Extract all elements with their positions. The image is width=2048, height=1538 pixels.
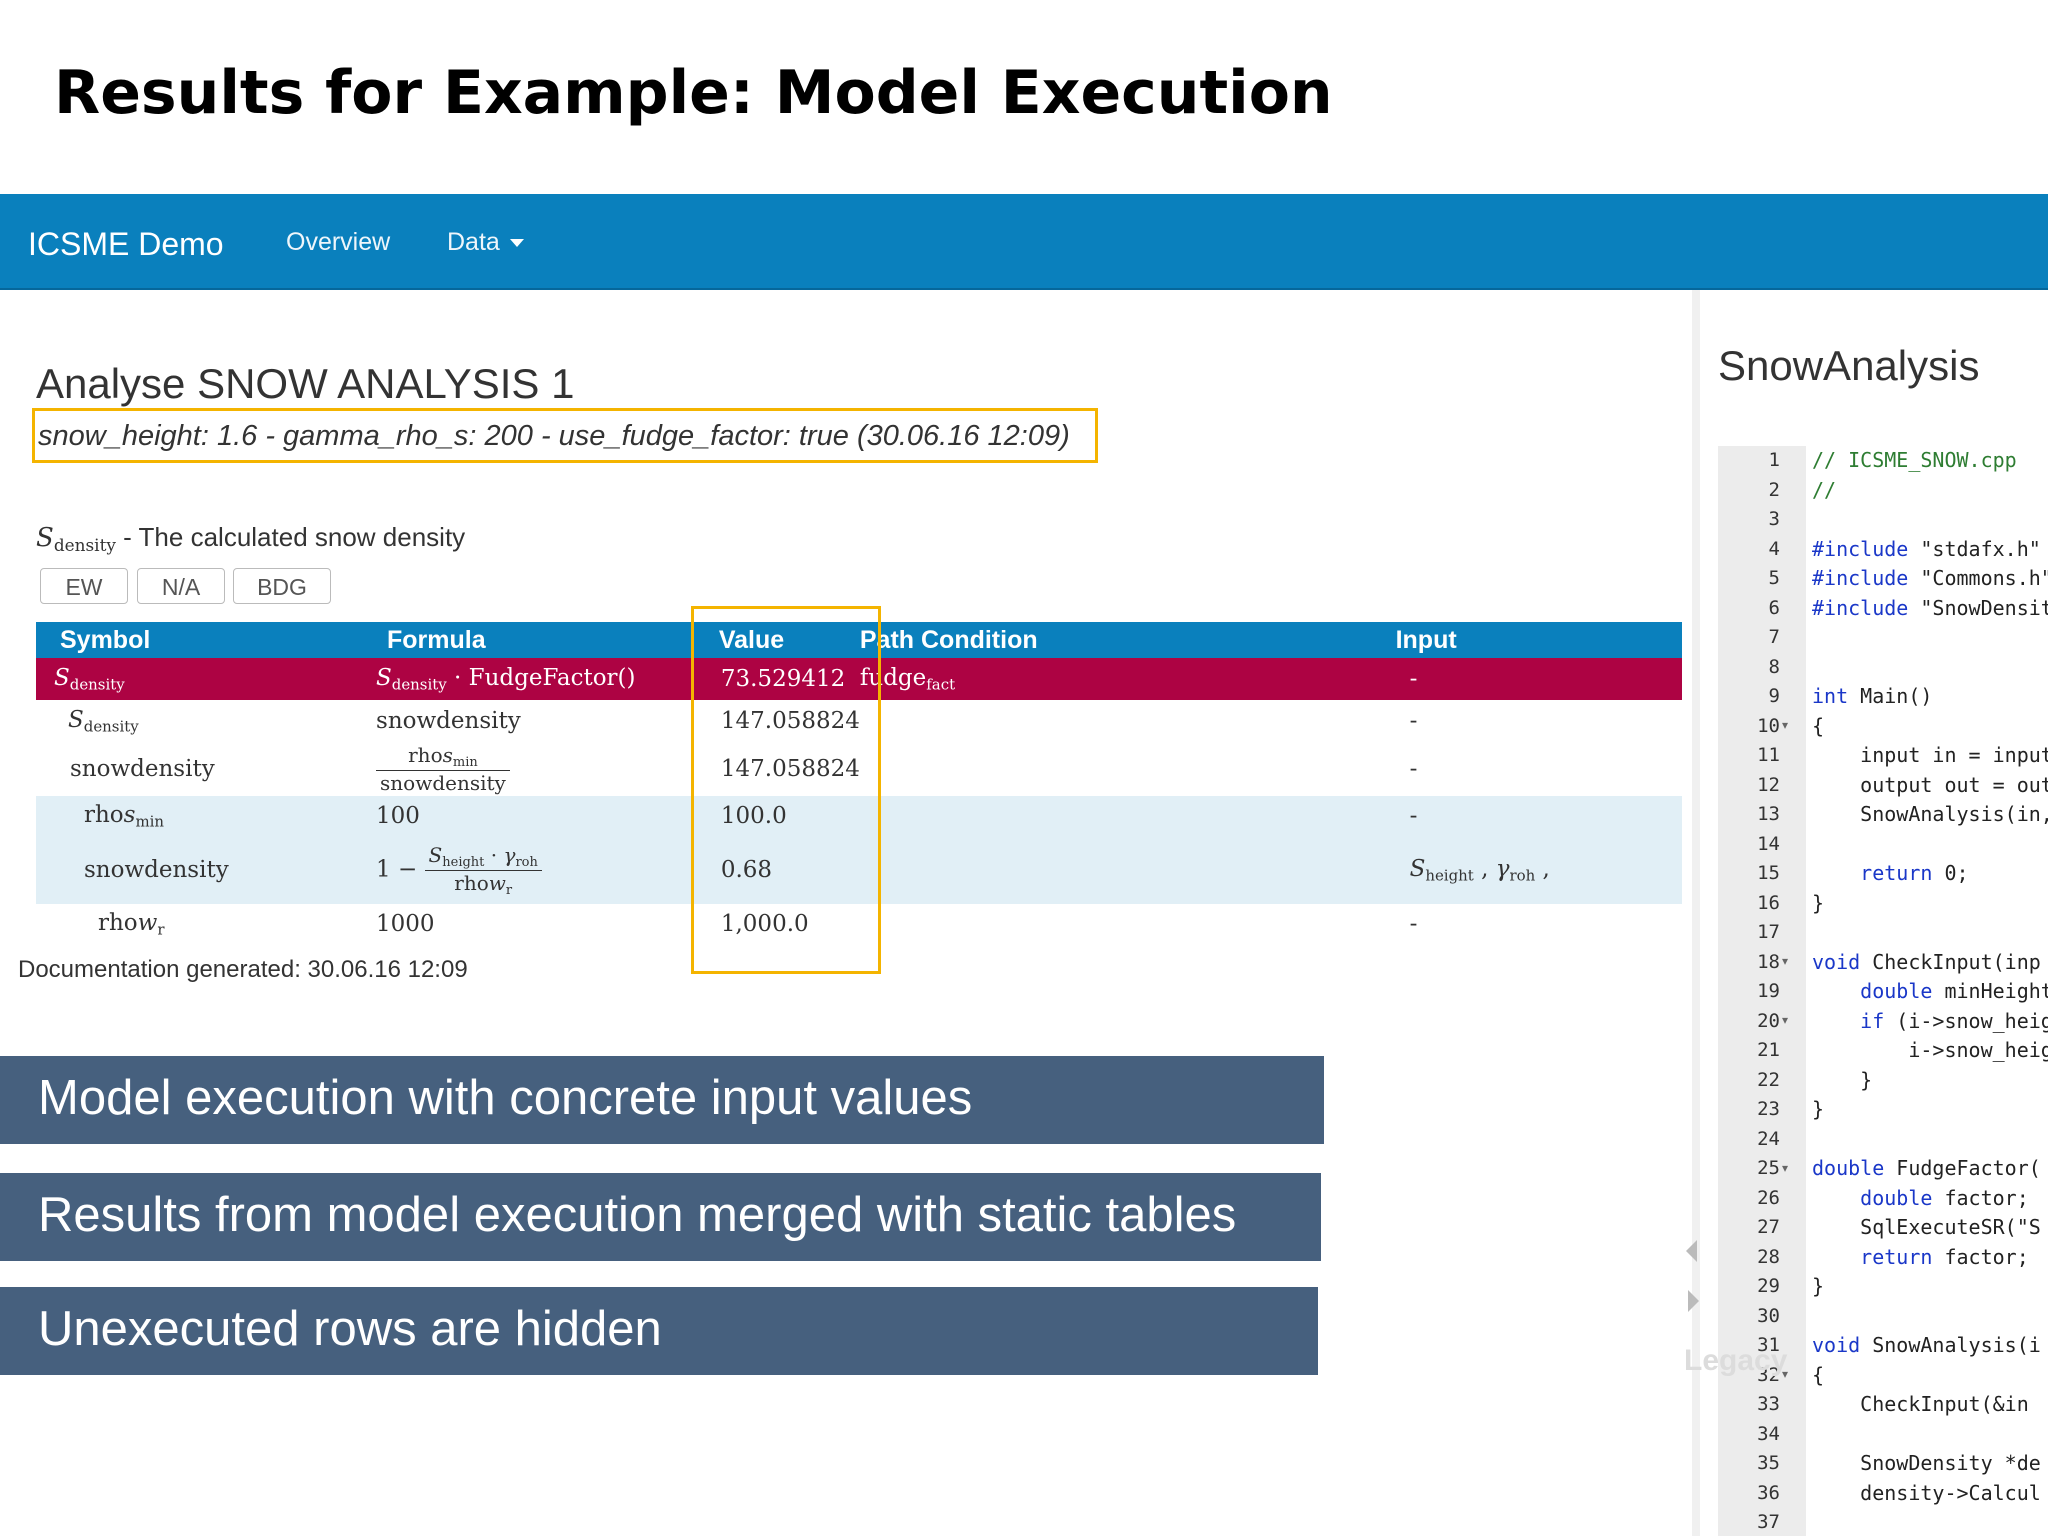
banner-2: Results from model execution merged with… xyxy=(0,1173,1321,1261)
cell-path-condition xyxy=(860,904,1396,944)
nav-data-label: Data xyxy=(447,228,500,256)
analysis-params: snow_height: 1.6 - gamma_rho_s: 200 - us… xyxy=(38,420,1070,452)
cell-path-condition xyxy=(860,742,1396,796)
bdg-button[interactable]: BDG xyxy=(233,568,331,604)
analysis-title: Analyse SNOW ANALYSIS 1 xyxy=(36,360,575,407)
cell-input: - xyxy=(1395,796,1682,836)
symbol-s-density: Sdensity xyxy=(36,523,116,556)
cell-path-condition xyxy=(860,700,1396,742)
fold-arrow-icon[interactable]: ▾ xyxy=(1782,954,1788,968)
slide-title: Results for Example: Model Execution xyxy=(54,58,1333,128)
collapse-left-icon[interactable] xyxy=(1686,1240,1697,1262)
na-button[interactable]: N/A xyxy=(137,568,225,604)
symbol-description: Sdensity - The calculated snow density xyxy=(36,522,465,555)
cell-path-condition xyxy=(859,836,1396,904)
cell-formula: Sdensity · FudgeFactor() xyxy=(363,658,685,700)
legacy-watermark: Legacy xyxy=(1684,1344,1788,1377)
cell-formula: snowdensity xyxy=(376,708,521,734)
nav-overview[interactable]: Overview xyxy=(286,228,390,257)
cell-symbol: Sdensity xyxy=(36,658,364,700)
code-editor[interactable]: // ICSME_SNOW.cpp // #include "stdafx.h"… xyxy=(1812,446,2048,1538)
expand-right-icon[interactable] xyxy=(1688,1290,1699,1312)
formula-fraction: Sheight · γroh rhowr xyxy=(424,843,542,897)
cell-symbol: snowdensity xyxy=(36,836,364,904)
header-path-condition: Path Condition xyxy=(859,622,1396,658)
cell-symbol: Sdensity xyxy=(68,706,139,736)
nav-data-dropdown[interactable]: Data xyxy=(447,228,524,257)
cell-input: - xyxy=(1409,756,1418,782)
symbol-description-text: - The calculated snow density xyxy=(123,522,466,552)
cell-input: Sheight , γroh , xyxy=(1395,836,1682,904)
cell-input: - xyxy=(1395,658,1682,700)
cell-formula: 100 xyxy=(363,796,685,836)
ew-button[interactable]: EW xyxy=(40,568,128,604)
fold-arrow-icon[interactable]: ▾ xyxy=(1782,1013,1788,1027)
cell-input: - xyxy=(1409,911,1418,937)
cell-formula: 1000 xyxy=(376,911,435,937)
cell-symbol: rhowr xyxy=(98,909,165,939)
fold-arrow-icon[interactable]: ▾ xyxy=(1782,718,1788,732)
header-symbol: Symbol xyxy=(36,622,364,658)
fold-arrow-icon[interactable]: ▾ xyxy=(1782,1161,1788,1175)
header-formula: Formula xyxy=(363,622,685,658)
formula-fraction: rhosmin snowdensity xyxy=(376,743,510,795)
banner-1: Model execution with concrete input valu… xyxy=(0,1056,1324,1144)
cell-path-condition xyxy=(859,796,1396,836)
cell-formula: rhosmin snowdensity xyxy=(363,742,685,796)
brand-link[interactable]: ICSME Demo xyxy=(28,226,224,263)
cell-path-condition: fudgefact xyxy=(859,658,1396,700)
cell-symbol: rhosmin xyxy=(36,796,364,836)
doc-generated-text: Documentation generated: 30.06.16 12:09 xyxy=(18,956,468,983)
banner-3: Unexecuted rows are hidden xyxy=(0,1287,1318,1375)
header-input: Input xyxy=(1395,622,1682,658)
value-column-highlight-box xyxy=(691,606,881,974)
code-panel-title: SnowAnalysis xyxy=(1718,342,1980,389)
caret-down-icon xyxy=(509,239,524,248)
cell-symbol: snowdensity xyxy=(70,756,215,782)
cell-formula: 1 − Sheight · γroh rhowr xyxy=(363,836,685,904)
cell-input: - xyxy=(1409,708,1418,734)
